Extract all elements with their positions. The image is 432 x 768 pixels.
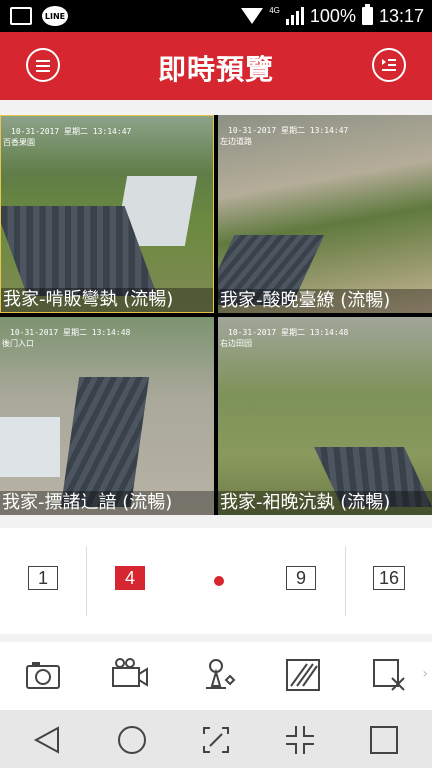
page-indicator-dot	[214, 576, 224, 586]
wall	[0, 417, 60, 477]
layout-9-button[interactable]: 9	[286, 566, 316, 590]
divider	[86, 546, 87, 616]
screenshot-icon[interactable]	[198, 722, 234, 758]
camera-timestamp: 10-31-2017 星期二 13:14:48	[10, 328, 131, 337]
page-title: 即時預覽	[157, 53, 274, 86]
camera-location: 後门入口	[2, 339, 34, 348]
line-app-icon: LINE	[42, 6, 68, 26]
layout-16-button[interactable]: 16	[373, 566, 405, 590]
layout-4-button[interactable]: 4	[115, 566, 145, 590]
camera-timestamp: 10-31-2017 星期二 13:14:48	[228, 328, 349, 337]
divider	[345, 546, 346, 616]
camera-grid: 10-31-2017 星期二 13:14:47 百香果園 我家-啃販彎埶 (流暢…	[0, 115, 432, 515]
camera-caption: 我家-摽諸辶諳 (流暢)	[0, 491, 214, 515]
status-bar: LINE 4G 100% 13:17	[0, 0, 432, 32]
camera-caption: 我家-衵晚沆埶 (流暢)	[218, 491, 432, 515]
camera-tile[interactable]: 10-31-2017 星期二 13:14:48 後门入口 我家-摽諸辶諳 (流暢…	[0, 317, 214, 515]
camera-tile[interactable]: 10-31-2017 星期二 13:14:48 右边田园 我家-衵晚沆埶 (流暢…	[218, 317, 432, 515]
recent-apps-icon[interactable]	[366, 722, 402, 758]
wifi-icon	[241, 8, 264, 24]
collapse-icon[interactable]	[282, 722, 318, 758]
battery-icon	[361, 4, 373, 25]
playlist-button[interactable]	[372, 48, 406, 82]
camera-tile[interactable]: 10-31-2017 星期二 13:14:47 左边道路 我家-酸晚臺繚 (流暢…	[218, 115, 432, 313]
clock: 13:17	[378, 5, 424, 26]
camera-caption: 我家-啃販彎埶 (流暢)	[1, 288, 213, 312]
camera-location: 左边道路	[220, 137, 252, 146]
camera-caption: 我家-酸晚臺繚 (流暢)	[218, 289, 432, 313]
ptz-icon[interactable]	[200, 656, 240, 694]
layout-1-button[interactable]: 1	[28, 566, 58, 590]
image-quality-icon[interactable]	[283, 656, 323, 694]
signal-icon	[285, 7, 304, 25]
camera-location: 右边田园	[220, 339, 252, 348]
gallery-icon	[10, 7, 32, 25]
video-record-icon[interactable]	[110, 656, 150, 694]
title-bar: 即時預覽	[0, 32, 432, 100]
network-type: 4G	[269, 6, 280, 15]
camera-timestamp: 10-31-2017 星期二 13:14:47	[228, 126, 349, 135]
camera-icon[interactable]	[24, 656, 64, 694]
camera-tile[interactable]: 10-31-2017 星期二 13:14:47 百香果園 我家-啃販彎埶 (流暢…	[0, 115, 214, 313]
chevron-right-icon[interactable]: ›	[422, 666, 428, 682]
system-nav-bar	[0, 710, 432, 768]
home-icon[interactable]	[114, 722, 150, 758]
close-all-icon[interactable]	[370, 656, 410, 694]
battery-percent: 100%	[309, 5, 356, 26]
back-icon[interactable]	[30, 722, 66, 758]
camera-timestamp: 10-31-2017 星期二 13:14:47	[11, 127, 132, 136]
action-toolbar: ›	[0, 642, 432, 710]
playlist-icon	[382, 59, 396, 71]
camera-location: 百香果園	[3, 138, 35, 147]
